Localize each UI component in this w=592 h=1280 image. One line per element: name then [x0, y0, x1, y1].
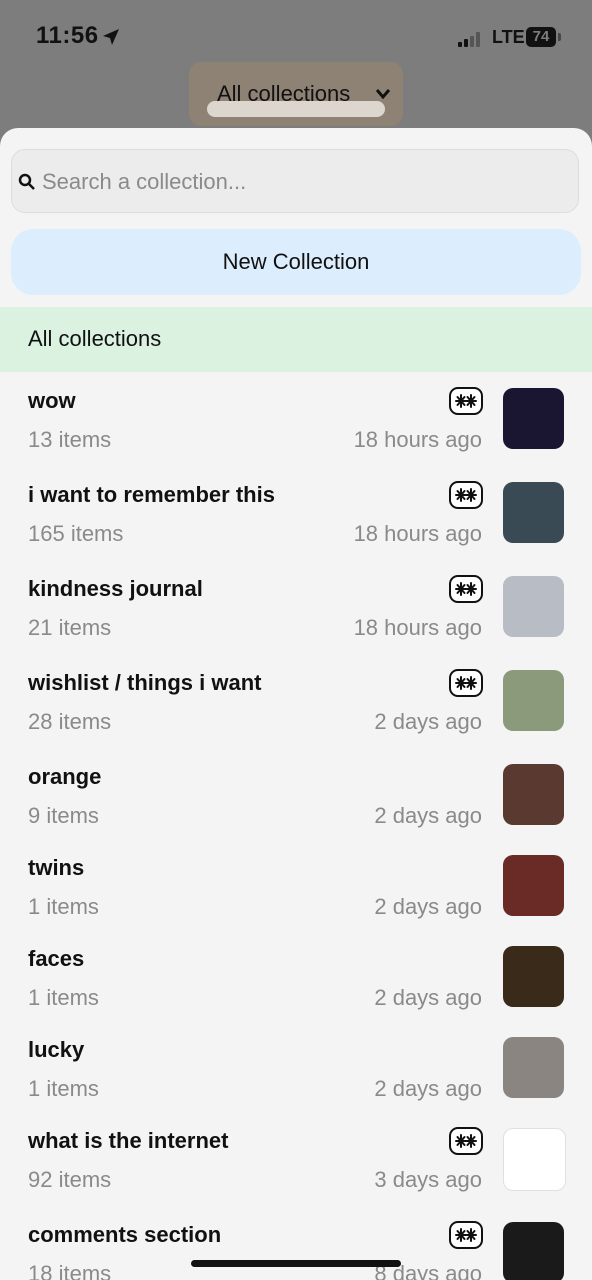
collections-sheet: New Collection All collections wow 13 ite…	[0, 128, 592, 1280]
search-input[interactable]	[40, 150, 564, 214]
collection-row[interactable]: orange 9 items 2 days ago	[0, 748, 592, 840]
battery-icon: 74	[526, 27, 556, 47]
all-collections-label: All collections	[28, 326, 162, 351]
shared-sparkle-icon	[449, 575, 483, 603]
home-indicator	[191, 1260, 401, 1267]
collection-item-count: 28 items	[28, 709, 112, 734]
collection-thumbnail	[503, 855, 564, 916]
battery-cap	[558, 33, 561, 41]
collection-item-count: 1 items	[28, 894, 99, 919]
signal-strength-icon	[458, 31, 484, 47]
collection-item-count: 13 items	[28, 427, 112, 452]
collection-thumbnail	[503, 670, 564, 731]
collection-row[interactable]: wishlist / things i want 28 items 2 days a…	[0, 654, 592, 746]
status-bar: 11:56 LTE 74	[0, 0, 592, 70]
network-type: LTE	[492, 27, 525, 47]
collection-updated-time: 2 days ago	[374, 709, 482, 734]
collection-row[interactable]: lucky 1 items 2 days ago	[0, 1021, 592, 1113]
collection-title: kindness journal	[28, 576, 203, 601]
collection-title: wow	[28, 388, 76, 413]
collection-thumbnail	[503, 1128, 566, 1191]
collection-title: orange	[28, 764, 102, 789]
collection-row[interactable]: i want to remember this 165 items 18 hours…	[0, 466, 592, 558]
collection-updated-time: 18 hours ago	[353, 615, 482, 640]
collection-item-count: 1 items	[28, 985, 99, 1010]
collection-row[interactable]: kindness journal 21 items 18 hours ago	[0, 560, 592, 652]
collection-updated-time: 3 days ago	[374, 1167, 482, 1192]
collection-thumbnail	[503, 1037, 564, 1098]
collection-thumbnail	[503, 482, 564, 543]
shared-sparkle-icon	[449, 387, 483, 415]
collection-item-count: 165 items	[28, 521, 124, 546]
shared-sparkle-icon	[449, 1127, 483, 1155]
collection-row[interactable]: comments section 18 items 8 days ago	[0, 1206, 592, 1280]
shared-sparkle-icon	[449, 1221, 483, 1249]
search-bar[interactable]	[11, 149, 579, 214]
shared-sparkle-icon	[449, 481, 483, 509]
collection-title: wishlist / things i want	[28, 670, 262, 695]
new-collection-button[interactable]: New Collection	[11, 229, 581, 295]
collection-item-count: 18 items	[28, 1261, 112, 1280]
collection-row[interactable]: faces 1 items 2 days ago	[0, 930, 592, 1022]
collection-item-count: 1 items	[28, 1076, 99, 1101]
location-arrow-icon	[103, 29, 119, 45]
collection-title: faces	[28, 946, 85, 971]
collection-thumbnail	[503, 576, 564, 637]
collection-updated-time: 2 days ago	[374, 985, 482, 1010]
collection-updated-time: 2 days ago	[374, 803, 482, 828]
all-collections-row[interactable]: All collections	[0, 307, 592, 372]
collection-item-count: 92 items	[28, 1167, 112, 1192]
collection-row[interactable]: twins 1 items 2 days ago	[0, 839, 592, 931]
collection-thumbnail	[503, 764, 564, 825]
collection-item-count: 21 items	[28, 615, 112, 640]
collection-row[interactable]: wow 13 items 18 hours ago	[0, 372, 592, 464]
collection-updated-time: 2 days ago	[374, 894, 482, 919]
collection-title: what is the internet	[28, 1128, 229, 1153]
sheet-grabber[interactable]	[207, 101, 385, 117]
collection-title: i want to remember this	[28, 482, 275, 507]
collection-thumbnail	[503, 946, 564, 1007]
collection-title: comments section	[28, 1222, 222, 1247]
collection-row[interactable]: what is the internet 92 items 3 days ago	[0, 1112, 592, 1204]
search-icon	[18, 173, 35, 190]
collection-item-count: 9 items	[28, 803, 99, 828]
status-time: 11:56	[36, 22, 99, 49]
collection-updated-time: 18 hours ago	[353, 427, 482, 452]
collection-thumbnail	[503, 388, 564, 449]
collection-thumbnail	[503, 1222, 564, 1280]
battery-level: 74	[532, 28, 550, 45]
collection-updated-time: 2 days ago	[374, 1076, 482, 1101]
chevron-down-icon	[375, 89, 391, 100]
collection-title: twins	[28, 855, 85, 880]
shared-sparkle-icon	[449, 669, 483, 697]
collection-updated-time: 18 hours ago	[353, 521, 482, 546]
collection-title: lucky	[28, 1037, 85, 1062]
